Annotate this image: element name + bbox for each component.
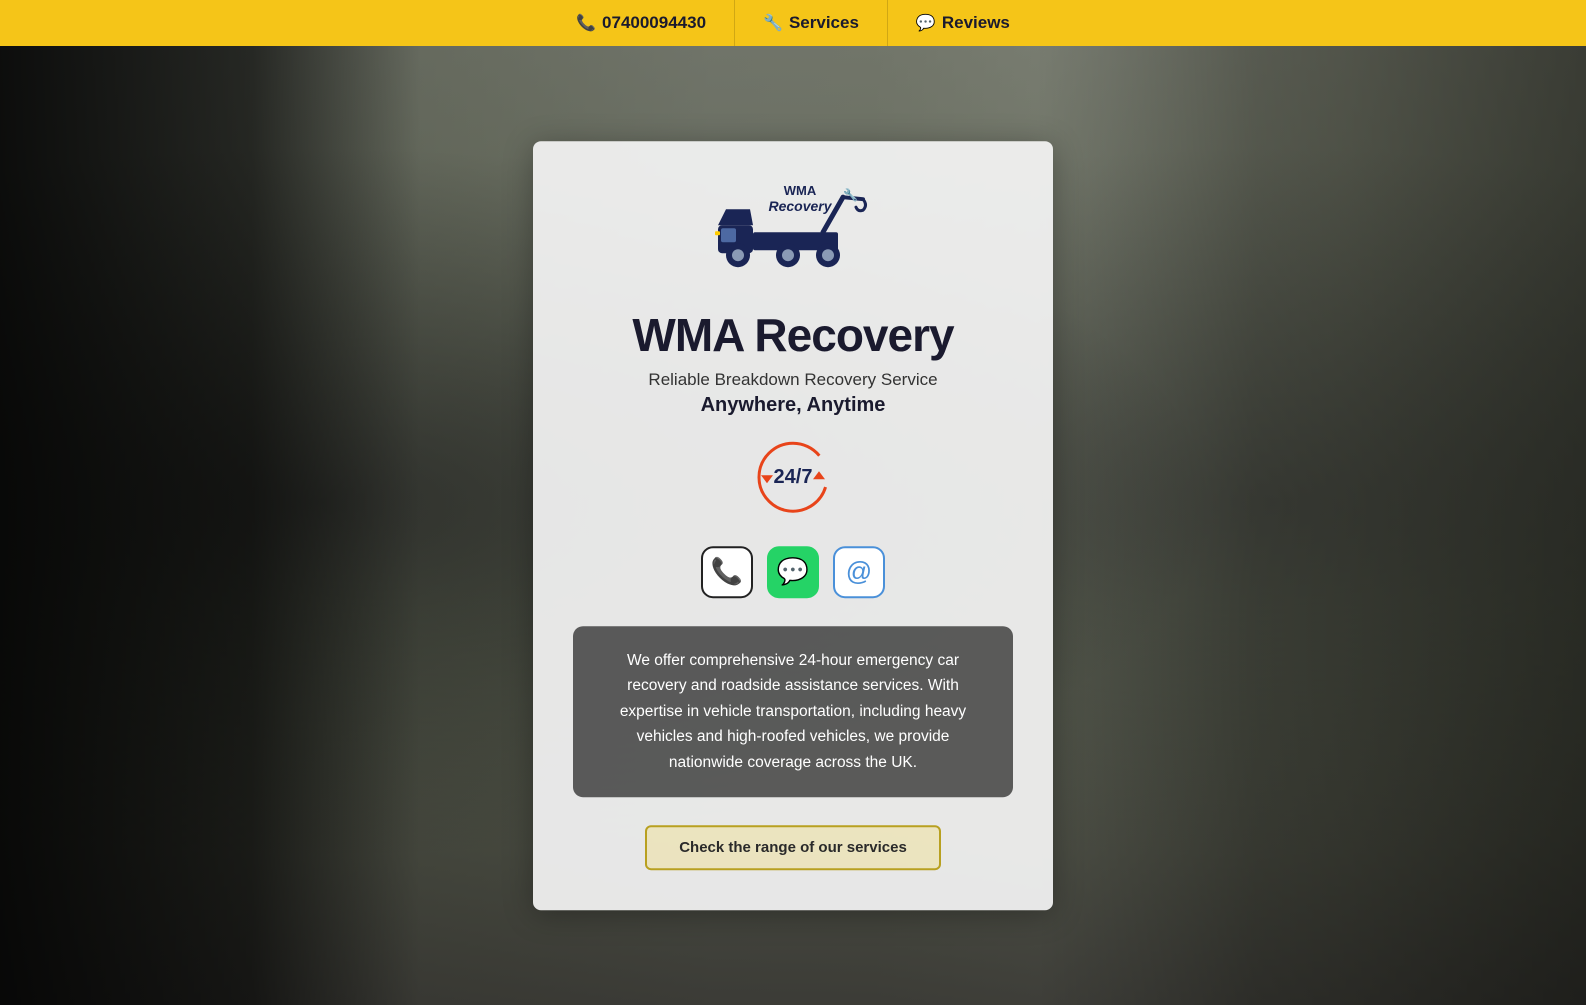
svg-text:24/7: 24/7 xyxy=(774,466,813,488)
email-button[interactable]: @ xyxy=(833,546,885,598)
nav-reviews[interactable]: 💬 Reviews xyxy=(888,0,1038,46)
description-box: We offer comprehensive 24-hour emergency… xyxy=(573,626,1013,798)
svg-text:Recovery: Recovery xyxy=(768,198,832,214)
cta-services-button[interactable]: Check the range of our services xyxy=(645,826,941,871)
tagline-bold: Anywhere, Anytime xyxy=(701,394,886,417)
company-logo: WMA Recovery 🔧 xyxy=(688,177,898,287)
logo-container: WMA Recovery 🔧 xyxy=(688,177,898,292)
nav-services-label: Services xyxy=(789,13,859,33)
contact-icons-row: 📞 💬 @ xyxy=(701,546,885,598)
car-right-background xyxy=(1036,46,1586,1005)
tagline: Reliable Breakdown Recovery Service xyxy=(648,370,937,390)
svg-text:WMA: WMA xyxy=(784,183,817,198)
phone-icon: 📞 xyxy=(576,13,596,33)
badge-247: 24/7 xyxy=(753,437,833,546)
car-left-overlay xyxy=(0,46,420,1005)
nav-phone-number: 07400094430 xyxy=(602,13,706,33)
phone-call-button[interactable]: 📞 xyxy=(701,546,753,598)
svg-text:🔧: 🔧 xyxy=(843,187,858,202)
whatsapp-button[interactable]: 💬 xyxy=(767,546,819,598)
description-text: We offer comprehensive 24-hour emergency… xyxy=(601,648,985,776)
navbar: 📞 07400094430 🔧 Services 💬 Reviews xyxy=(0,0,1586,46)
nav-services[interactable]: 🔧 Services xyxy=(735,0,888,46)
car-left-background xyxy=(0,46,420,1005)
car-right-overlay xyxy=(1036,46,1586,1005)
main-card: WMA Recovery 🔧 WMA Recovery Reliable Bre… xyxy=(533,141,1053,911)
nav-phone[interactable]: 📞 07400094430 xyxy=(548,0,735,46)
company-name: WMA Recovery xyxy=(632,308,953,362)
whatsapp-icon: 💬 xyxy=(777,556,809,587)
phone-handset-icon: 📞 xyxy=(711,556,743,587)
wrench-icon: 🔧 xyxy=(763,13,783,33)
chat-icon: 💬 xyxy=(916,13,936,33)
email-icon: @ xyxy=(846,556,872,587)
nav-reviews-label: Reviews xyxy=(942,13,1010,33)
